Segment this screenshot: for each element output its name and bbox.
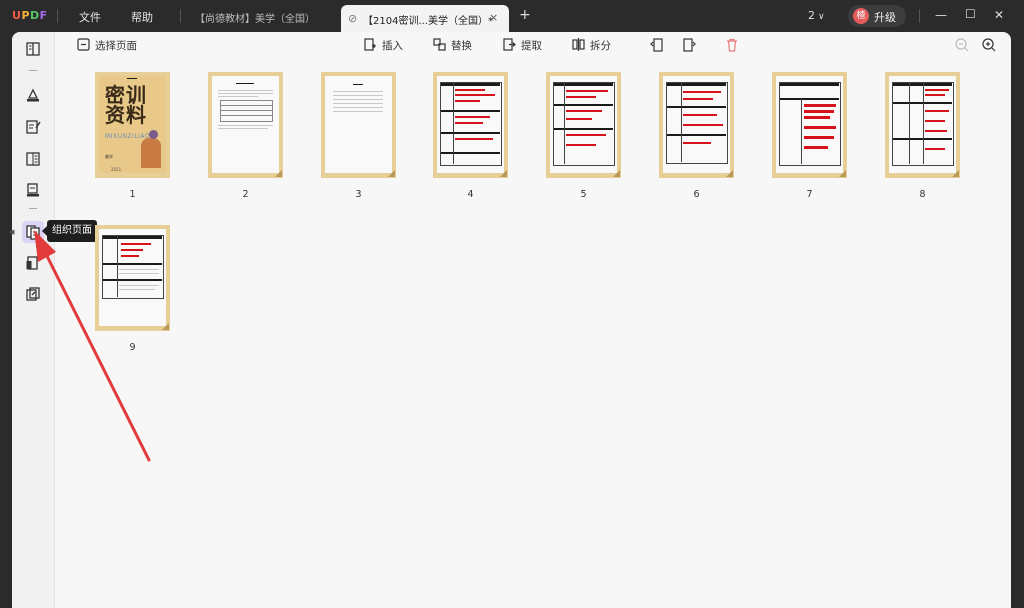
annotation-arrow — [34, 230, 151, 462]
arrow-head — [34, 230, 56, 262]
arrow-shaft — [40, 244, 151, 462]
